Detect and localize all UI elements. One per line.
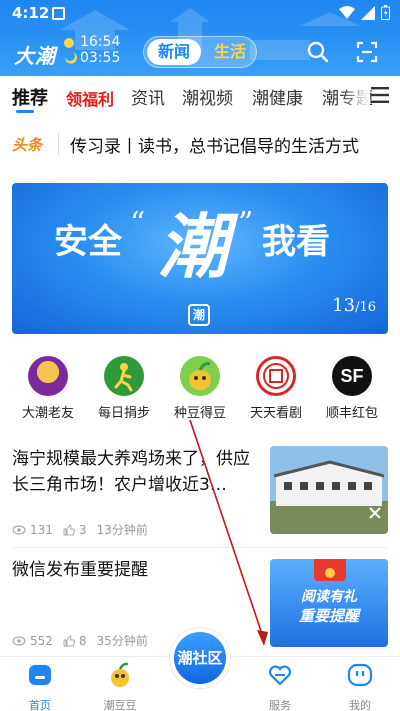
shortcut-label: 每日捐步 xyxy=(97,406,150,421)
headline-text[interactable]: 传习录丨读书，总书记倡导的生活方式 xyxy=(70,132,359,157)
thumb-headline: 阅读有礼 xyxy=(301,588,358,605)
clock-time: 16:54 xyxy=(80,34,121,50)
menu-icon[interactable] xyxy=(370,86,390,104)
nav-label: 我的 xyxy=(349,699,371,711)
nav-service[interactable]: 服务 xyxy=(250,661,310,711)
segment-life[interactable]: 生活 xyxy=(206,39,254,65)
tab-news[interactable]: 资讯 xyxy=(131,84,165,109)
shortcut-sf[interactable]: SF 顺丰红包 xyxy=(314,352,390,421)
home-icon xyxy=(29,665,51,685)
news-time: 13分钟前 xyxy=(96,523,148,537)
active-tab-indicator xyxy=(16,110,34,113)
shortcut-steps[interactable]: 每日捐步 xyxy=(86,352,162,421)
nav-mascot[interactable]: 潮豆豆 xyxy=(90,661,150,711)
shortcut-label: 顺丰红包 xyxy=(325,406,378,421)
clock-time-secondary: 03:55 xyxy=(80,50,121,66)
banner-post: 我看 xyxy=(262,222,330,262)
nav-community-button[interactable]: 潮社区 xyxy=(170,628,230,688)
carousel-banner[interactable]: 安全 “ 潮 ” 我看 潮 13/16 xyxy=(12,183,388,334)
shortcut-old-friends[interactable]: 大潮老友 xyxy=(10,352,86,421)
eye-icon xyxy=(12,524,26,535)
category-tabs: 推荐 领福利 资讯 潮视频 潮健康 潮专题 xyxy=(0,78,400,116)
search-icon[interactable] xyxy=(306,40,330,64)
shortcut-label: 天天看剧 xyxy=(249,406,302,421)
nav-label: 首页 xyxy=(29,699,51,711)
banner-logo: 潮 xyxy=(188,304,210,326)
close-icon[interactable] xyxy=(368,506,382,520)
gallery-notification-icon xyxy=(52,7,65,20)
news-time: 35分钟前 xyxy=(96,634,148,648)
news-meta: 552 8 35分钟前 xyxy=(12,632,148,649)
eye-icon xyxy=(12,635,26,646)
app-header: 4:12 大潮 16:54 03:55 新闻 生活 xyxy=(0,0,400,76)
news-views: 552 xyxy=(30,633,53,648)
banner-pre: 安全 xyxy=(54,222,123,262)
nav-profile[interactable]: 我的 xyxy=(330,661,390,711)
nav-label: 潮豆豆 xyxy=(103,699,137,711)
news-item[interactable]: 海宁规模最大养鸡场来了，供应长三角市场！农户增收近3… 131 3 13分钟前 xyxy=(0,446,400,546)
banner-counter-current: 13 xyxy=(332,295,356,316)
nav-home[interactable]: 首页 xyxy=(10,661,70,711)
tab-health[interactable]: 潮健康 xyxy=(252,84,303,109)
old-friends-icon xyxy=(28,356,68,396)
shortcut-drama[interactable]: 天天看剧 xyxy=(238,352,314,421)
thumbs-up-icon xyxy=(63,523,75,535)
banner-quote-open: “ xyxy=(130,206,145,241)
wifi-icon xyxy=(339,5,355,19)
tab-welfare[interactable]: 领福利 xyxy=(66,86,114,110)
banner-big-char: 潮 xyxy=(158,205,239,288)
divider xyxy=(12,547,388,548)
weather-icon xyxy=(64,38,77,64)
runner-icon xyxy=(104,356,144,396)
tab-recommend[interactable]: 推荐 xyxy=(12,84,48,110)
mascot-icon xyxy=(111,662,129,687)
signal-icon xyxy=(361,5,375,20)
nav-label: 服务 xyxy=(269,699,291,711)
news-title[interactable]: 海宁规模最大养鸡场来了，供应长三角市场！农户增收近3… xyxy=(12,446,260,498)
bean-icon xyxy=(180,356,220,396)
thumbs-up-icon xyxy=(63,634,75,646)
shortcut-label: 种豆得豆 xyxy=(173,406,226,421)
news-likes: 8 xyxy=(78,633,87,648)
shortcut-grid: 大潮老友 每日捐步 种豆得豆 天天看剧 SF 顺丰红包 xyxy=(0,352,400,432)
news-title[interactable]: 微信发布重要提醒 xyxy=(12,557,260,583)
heart-service-icon xyxy=(269,665,291,686)
tab-video[interactable]: 潮视频 xyxy=(182,84,233,109)
headline-badge: 头条 xyxy=(12,136,43,154)
news-meta: 131 3 13分钟前 xyxy=(12,521,148,538)
headline-row[interactable]: 头条 传习录丨读书，总书记倡导的生活方式 xyxy=(0,124,400,164)
banner-quote-close: ” xyxy=(238,206,253,241)
thumb-subline: 重要提醒 xyxy=(299,607,362,625)
drama-icon xyxy=(256,356,296,396)
brand-logo[interactable]: 大潮 xyxy=(14,40,56,69)
channel-switch: 新闻 生活 xyxy=(143,36,257,68)
tab-fade xyxy=(340,78,370,116)
status-time: 4:12 xyxy=(12,4,50,22)
shortcut-bean[interactable]: 种豆得豆 xyxy=(162,352,238,421)
profile-icon xyxy=(347,663,373,687)
sf-icon: SF xyxy=(332,356,372,396)
battery-icon xyxy=(381,5,390,20)
headline-divider xyxy=(58,133,59,155)
segment-news[interactable]: 新闻 xyxy=(147,39,201,65)
banner-page-counter: 13/16 xyxy=(332,295,376,316)
news-views: 131 xyxy=(30,522,53,537)
shortcut-label: 大潮老友 xyxy=(21,406,74,421)
scan-icon[interactable] xyxy=(355,40,379,64)
clock-display: 16:54 03:55 xyxy=(80,34,120,66)
status-bar: 4:12 xyxy=(0,0,400,28)
news-thumbnail: 阅读有礼 重要提醒 xyxy=(270,559,388,647)
banner-counter-total: /16 xyxy=(355,300,376,315)
news-likes: 3 xyxy=(78,522,87,537)
news-thumbnail xyxy=(270,446,388,534)
